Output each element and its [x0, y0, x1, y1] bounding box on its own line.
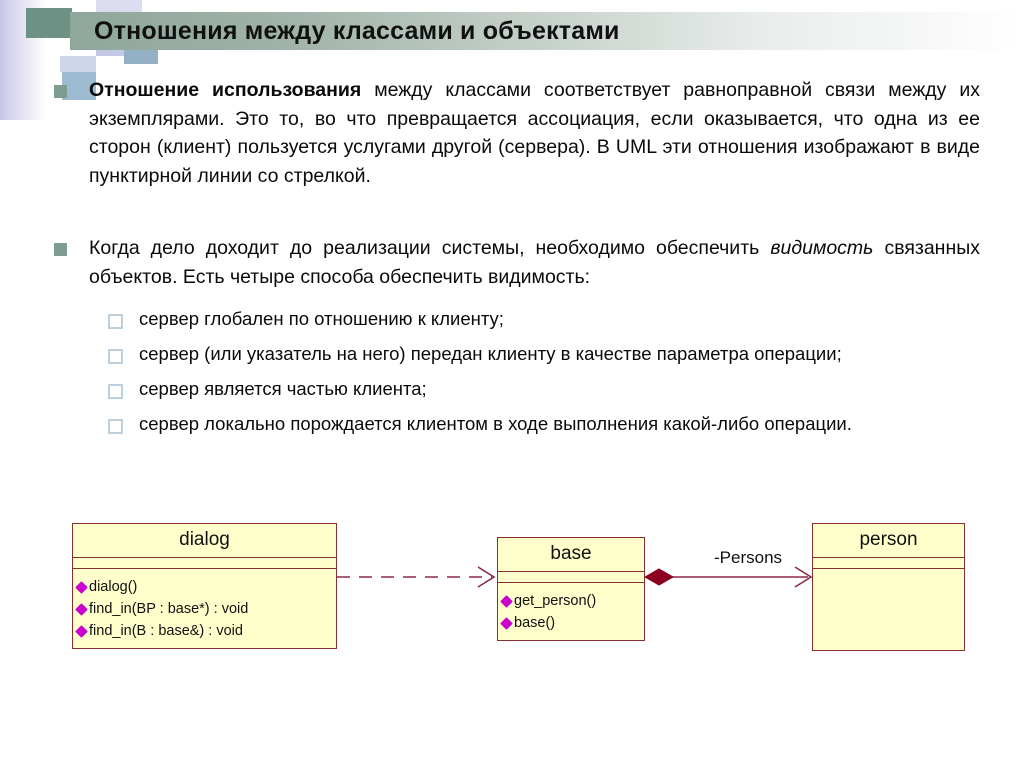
paragraph-2-italic: видимость — [770, 237, 874, 259]
uml-class-name: person — [813, 524, 964, 558]
decorative-square-paleblue — [60, 56, 96, 72]
list-item-label: сервер (или указатель на него) передан к… — [139, 343, 842, 364]
filled-diamond-composition-icon — [643, 568, 675, 586]
uml-method-row: find_in(BP : base*) : void — [75, 598, 336, 620]
uml-method-row: dialog() — [75, 576, 336, 598]
uml-class-name: dialog — [73, 524, 336, 558]
list-item-label: сервер глобален по отношению к клиенту; — [139, 308, 504, 329]
hollow-square-bullet-icon — [108, 384, 123, 399]
method-marker-icon — [500, 594, 513, 608]
uml-method-label: base() — [514, 615, 556, 631]
uml-methods-compartment — [813, 569, 964, 641]
list-item: сервер глобален по отношению к клиенту; — [0, 305, 1024, 333]
page-title: Отношения между классами и объектами — [94, 16, 620, 45]
list-item: сервер локально порождается клиентом в х… — [0, 410, 1024, 438]
uml-attributes-compartment — [813, 558, 964, 569]
uml-method-label: dialog() — [89, 579, 138, 595]
list-item-label: сервер является частью клиента; — [139, 378, 427, 399]
uml-class-dialog[interactable]: dialog dialog() find_in(BP : base*) : vo… — [72, 523, 337, 649]
method-marker-icon — [75, 624, 88, 638]
uml-relation-label-persons: -Persons — [714, 548, 783, 567]
paragraph-1-text: Отношение использования между классами с… — [89, 76, 1024, 190]
visibility-methods-list: сервер глобален по отношению к клиенту; … — [0, 305, 1024, 438]
square-bullet-icon — [54, 243, 67, 256]
paragraph-1-bold-lead: Отношение использования — [89, 79, 362, 101]
uml-class-name: base — [498, 538, 644, 572]
uml-method-row: get_person() — [500, 590, 644, 612]
slide-title-bar: Отношения между классами и объектами — [70, 12, 1024, 50]
uml-methods-compartment: dialog() find_in(BP : base*) : void find… — [73, 569, 336, 648]
hollow-square-bullet-icon — [108, 419, 123, 434]
hollow-square-bullet-icon — [108, 314, 123, 329]
hollow-square-bullet-icon — [108, 349, 123, 364]
method-marker-icon — [75, 580, 88, 594]
uml-methods-compartment: get_person() base() — [498, 583, 644, 640]
paragraph-2-lead: Когда дело доходит до реализации системы… — [89, 237, 771, 259]
uml-attributes-compartment — [73, 558, 336, 569]
uml-class-diagram: dialog dialog() find_in(BP : base*) : vo… — [0, 505, 1024, 685]
slide-body: Отношение использования между классами с… — [0, 76, 1024, 445]
uml-method-row: find_in(B : base&) : void — [75, 620, 336, 642]
bullet-paragraph-2: Когда дело доходит до реализации системы… — [0, 234, 1024, 291]
uml-class-person[interactable]: person — [812, 523, 965, 651]
uml-attributes-compartment — [498, 572, 644, 583]
list-item: сервер является частью клиента; — [0, 375, 1024, 403]
method-marker-icon — [75, 602, 88, 616]
square-bullet-icon — [54, 85, 67, 98]
uml-method-label: get_person() — [514, 593, 597, 609]
uml-method-label: find_in(B : base&) : void — [89, 623, 243, 639]
uml-class-base[interactable]: base get_person() base() — [497, 537, 645, 641]
uml-method-label: find_in(BP : base*) : void — [89, 601, 249, 617]
decorative-square-green — [26, 8, 72, 38]
paragraph-2-text: Когда дело доходит до реализации системы… — [89, 234, 1024, 291]
method-marker-icon — [500, 616, 513, 630]
list-item-label: сервер локально порождается клиентом в х… — [139, 413, 852, 434]
uml-method-row: base() — [500, 612, 644, 634]
list-item: сервер (или указатель на него) передан к… — [0, 340, 1024, 368]
bullet-paragraph-1: Отношение использования между классами с… — [0, 76, 1024, 190]
